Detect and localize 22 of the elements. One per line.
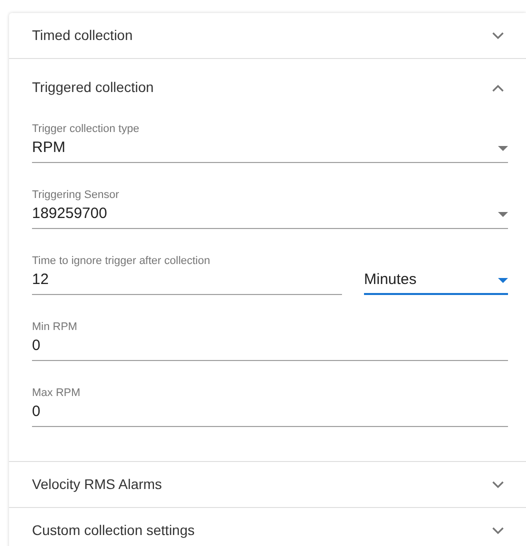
section-header[interactable]: Timed collection: [9, 13, 526, 58]
dropdown-caret-icon: [498, 278, 508, 282]
field-label: Triggering Sensor: [32, 188, 120, 202]
chevron-down-icon[interactable]: [492, 480, 504, 488]
field-label: Max RPM: [32, 386, 82, 400]
chevron-up-icon[interactable]: [492, 84, 504, 92]
chevron-down-icon[interactable]: [492, 32, 504, 40]
input-field[interactable]: 12: [32, 268, 342, 295]
select-field[interactable]: RPM: [32, 136, 508, 163]
field-label: Trigger collection type: [32, 122, 140, 136]
field-label: Time to ignore trigger after collection: [32, 254, 212, 268]
chevron-down-icon[interactable]: [492, 526, 504, 534]
select-field[interactable]: 189259700: [32, 202, 508, 229]
input-field[interactable]: 0: [32, 334, 508, 361]
input-field[interactable]: 0: [32, 400, 508, 427]
dropdown-caret-icon: [498, 146, 508, 150]
unit-select[interactable]: Minutes: [364, 268, 508, 295]
dropdown-caret-icon: [498, 212, 508, 216]
section-header[interactable]: Velocity RMS Alarms: [9, 462, 526, 507]
field-label: Min RPM: [32, 320, 78, 334]
section-header[interactable]: Custom collection settings: [9, 508, 526, 546]
section-header[interactable]: Triggered collection: [9, 59, 526, 116]
